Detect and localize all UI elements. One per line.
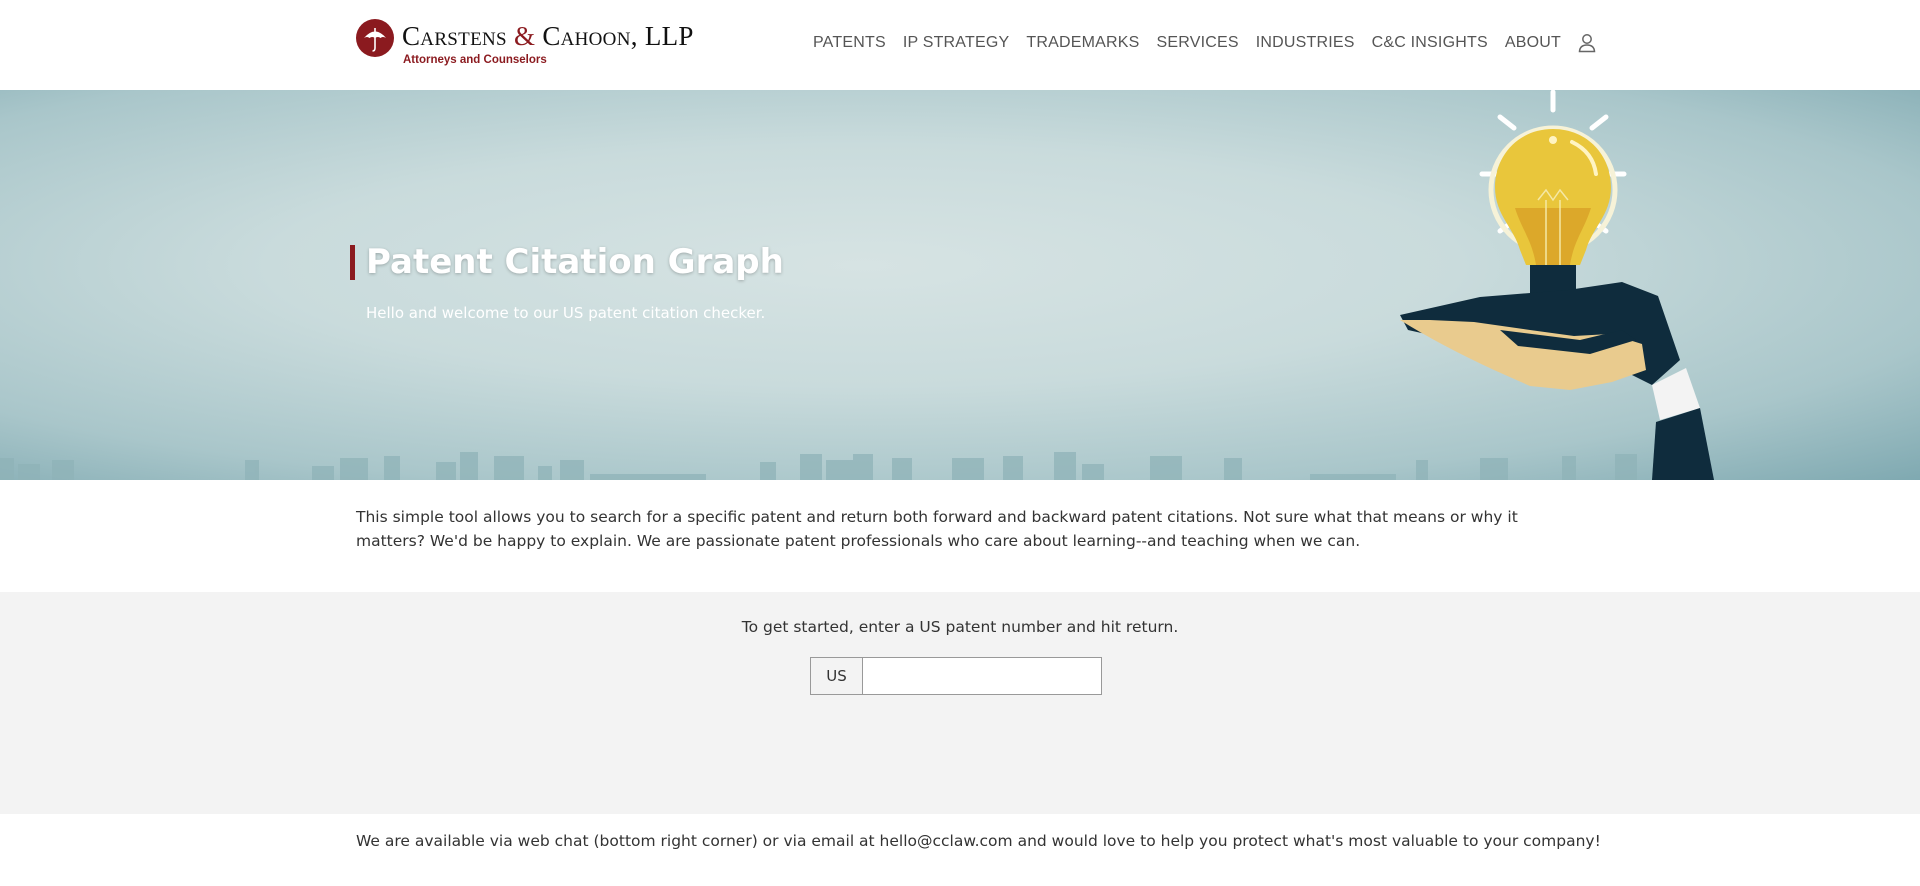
intro-text: This simple tool allows you to search fo… [356, 508, 1518, 550]
patent-search-section: To get started, enter a US patent number… [0, 592, 1920, 814]
page-subtitle: Hello and welcome to our US patent citat… [366, 304, 766, 322]
brand-logo[interactable]: Carstens & Cahoon, LLP Attorneys and Cou… [356, 17, 716, 73]
brand-name: Carstens & Cahoon, LLP [402, 21, 694, 52]
nav-item-trademarks[interactable]: TRADEMARKS [1026, 34, 1139, 52]
nav-item-industries[interactable]: INDUSTRIES [1256, 34, 1355, 52]
brand-name-part1: Carstens [402, 21, 507, 51]
patent-search-group: US [810, 657, 1102, 695]
search-prompt: To get started, enter a US patent number… [741, 618, 1179, 636]
hero-banner: Patent Citation Graph Hello and welcome … [0, 90, 1920, 480]
page-title: Patent Citation Graph [366, 242, 784, 282]
nav-item-patents[interactable]: PATENTS [813, 34, 886, 52]
lightbulb-in-hand-illustration [1400, 90, 1714, 480]
country-prefix-label: US [810, 657, 863, 695]
nav-item-about[interactable]: ABOUT [1505, 34, 1561, 52]
nav-item-services[interactable]: SERVICES [1156, 34, 1238, 52]
main-nav: PATENTS IP STRATEGY TRADEMARKS SERVICES … [813, 31, 1596, 55]
brand-name-part2: Cahoon, LLP [542, 21, 694, 51]
site-header: Carstens & Cahoon, LLP Attorneys and Cou… [0, 0, 1920, 90]
nav-item-cc-insights[interactable]: C&C INSIGHTS [1372, 34, 1488, 52]
umbrella-emblem-icon [356, 19, 394, 57]
patent-number-input[interactable] [863, 657, 1102, 695]
brand-ampersand: & [513, 21, 536, 51]
hero-title-accent-bar [350, 245, 355, 280]
nav-item-ip-strategy[interactable]: IP STRATEGY [903, 34, 1010, 52]
contact-note: We are available via web chat (bottom ri… [356, 832, 1601, 850]
user-icon[interactable] [1578, 33, 1596, 53]
brand-tagline: Attorneys and Counselors [403, 54, 547, 66]
